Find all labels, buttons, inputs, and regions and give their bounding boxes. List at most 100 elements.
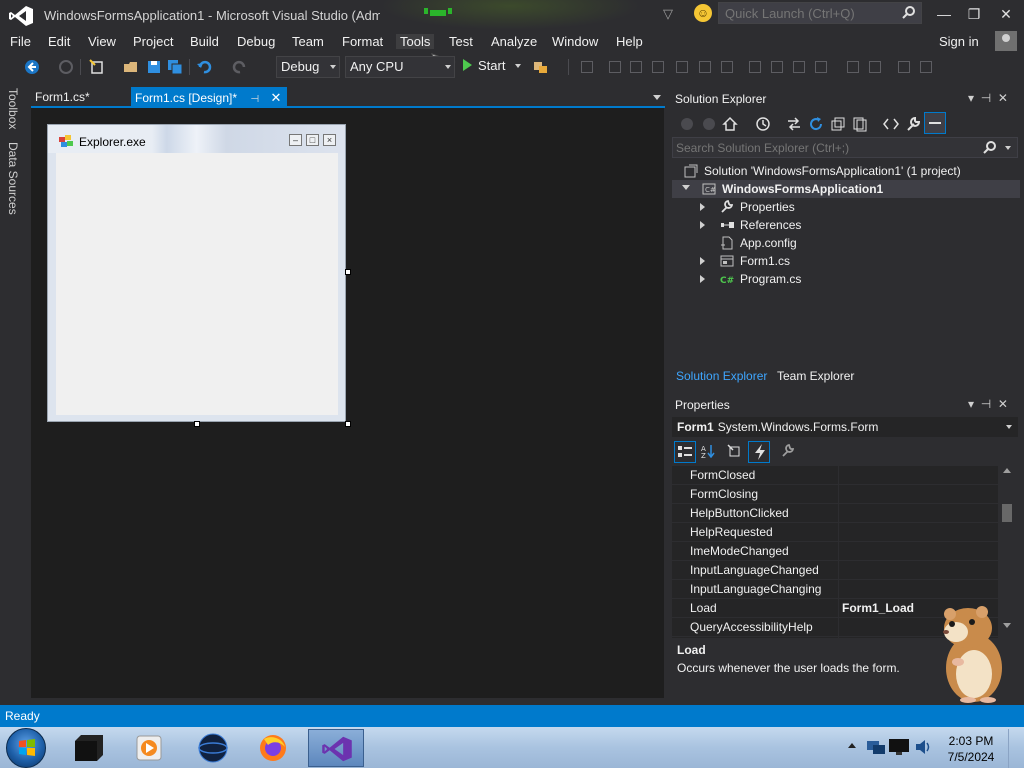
show-desktop-button[interactable] — [1008, 729, 1024, 768]
preview-selected-items-button[interactable] — [924, 112, 946, 134]
solution-configuration-dropdown[interactable]: Debug — [276, 56, 340, 78]
bring-to-front-icon[interactable] — [898, 61, 910, 73]
tree-item-project[interactable]: C# WindowsFormsApplication1 — [672, 180, 1020, 198]
sign-in-link[interactable]: Sign in — [939, 34, 979, 49]
menu-analyze[interactable]: Analyze — [491, 34, 537, 49]
property-row[interactable]: HelpButtonClicked — [672, 504, 998, 523]
send-to-back-icon[interactable] — [920, 61, 932, 73]
search-icon[interactable] — [983, 140, 997, 154]
quick-launch-box[interactable] — [718, 2, 922, 24]
menu-help[interactable]: Help — [616, 34, 643, 49]
solution-search-input[interactable] — [676, 140, 976, 155]
toolbox-tab[interactable]: Toolbox — [6, 88, 20, 129]
close-window-button[interactable]: ✕ — [991, 3, 1021, 25]
close-tab-icon[interactable]: ✕ — [270, 90, 281, 105]
redo-icon[interactable] — [232, 59, 248, 75]
horizontal-spacing-icon[interactable] — [847, 61, 859, 73]
restore-button[interactable]: ❐ — [959, 3, 989, 25]
search-icon[interactable] — [902, 5, 916, 19]
collapsed-arrow-icon[interactable] — [700, 203, 705, 211]
notification-filter-icon[interactable]: ▽ — [663, 6, 673, 22]
collapsed-arrow-icon[interactable] — [700, 221, 705, 229]
taskbar-globe-app-button[interactable] — [186, 729, 242, 767]
menu-debug[interactable]: Debug — [237, 34, 275, 49]
designed-form[interactable]: Explorer.exe – □ × — [47, 124, 346, 422]
align-centers-icon[interactable] — [630, 61, 642, 73]
browser-link-icon[interactable] — [533, 59, 549, 75]
pending-changes-icon[interactable] — [755, 116, 771, 132]
account-avatar-icon[interactable] — [995, 31, 1017, 51]
show-hidden-icons-icon[interactable] — [848, 743, 856, 748]
tab-form1-design[interactable]: Form1.cs [Design]* ⊣ ✕ — [131, 87, 288, 107]
expanded-arrow-icon[interactable] — [682, 185, 690, 190]
resize-handle-right[interactable] — [345, 269, 351, 275]
search-options-chevron-icon[interactable] — [1005, 146, 1011, 150]
solution-platform-dropdown[interactable]: Any CPU — [345, 56, 455, 78]
solution-explorer-search[interactable] — [672, 137, 1018, 158]
tab-form1-cs[interactable]: Form1.cs* — [31, 87, 96, 107]
navigate-forward-icon[interactable] — [58, 59, 74, 75]
resize-handle-bottom-right[interactable] — [345, 421, 351, 427]
sync-with-document-icon[interactable] — [786, 116, 802, 132]
alphabetical-button[interactable]: AZ — [698, 441, 720, 463]
menu-edit[interactable]: Edit — [48, 34, 70, 49]
show-all-files-icon[interactable] — [852, 116, 868, 132]
align-to-grid-icon[interactable] — [581, 61, 593, 73]
categorized-button[interactable] — [674, 441, 696, 463]
menu-test[interactable]: Test — [449, 34, 473, 49]
tab-solution-explorer[interactable]: Solution Explorer — [676, 369, 767, 383]
resize-handle-bottom[interactable] — [194, 421, 200, 427]
align-lefts-icon[interactable] — [609, 61, 621, 73]
align-rights-icon[interactable] — [652, 61, 664, 73]
undo-icon[interactable] — [196, 59, 212, 75]
save-icon[interactable] — [146, 59, 162, 75]
scrollbar-thumb[interactable] — [1002, 504, 1012, 522]
property-row[interactable]: HelpRequested — [672, 523, 998, 542]
active-files-dropdown-icon[interactable] — [653, 95, 661, 100]
make-same-height-icon[interactable] — [771, 61, 783, 73]
tree-item-app-config[interactable]: App.config — [672, 234, 1020, 252]
forward-icon[interactable] — [701, 116, 717, 132]
align-bottoms-icon[interactable] — [721, 61, 733, 73]
start-button[interactable] — [6, 728, 46, 768]
taskbar-visual-studio-button[interactable] — [308, 729, 364, 767]
start-debugging-button[interactable]: Start — [463, 58, 522, 76]
menu-tools[interactable]: Tools — [396, 34, 435, 49]
make-same-width-icon[interactable] — [749, 61, 761, 73]
save-all-icon[interactable] — [167, 59, 183, 75]
network-icon[interactable] — [866, 737, 886, 757]
scroll-up-arrow-icon[interactable] — [1003, 468, 1011, 473]
menu-project[interactable]: Project — [133, 34, 173, 49]
property-row[interactable]: InputLanguageChanging — [672, 580, 998, 599]
taskbar-firefox-button[interactable] — [246, 729, 302, 767]
form-client-area[interactable] — [56, 153, 338, 415]
menu-file[interactable]: File — [10, 34, 31, 49]
solution-explorer-window-controls[interactable]: ▾ ⊣ ✕ — [968, 91, 1008, 105]
collapsed-arrow-icon[interactable] — [700, 275, 705, 283]
taskbar-terminal-button[interactable] — [60, 729, 116, 767]
events-button[interactable] — [748, 441, 770, 463]
menu-build[interactable]: Build — [190, 34, 219, 49]
tree-item-program-cs[interactable]: C# Program.cs — [672, 270, 1020, 288]
pin-icon[interactable]: ⊣ — [250, 94, 259, 105]
taskbar-clock[interactable]: 2:03 PM 7/5/2024 — [936, 733, 1006, 765]
make-same-size-icon[interactable] — [793, 61, 805, 73]
size-to-grid-icon[interactable] — [815, 61, 827, 73]
refresh-icon[interactable] — [808, 116, 824, 132]
open-file-icon[interactable] — [123, 59, 139, 75]
properties-object-selector[interactable]: Form1 System.Windows.Forms.Form — [672, 417, 1018, 437]
properties-view-button[interactable] — [724, 441, 746, 463]
volume-icon[interactable] — [914, 737, 932, 757]
menu-format[interactable]: Format — [342, 34, 383, 49]
tab-team-explorer[interactable]: Team Explorer — [777, 369, 854, 383]
property-row[interactable]: FormClosed — [672, 466, 998, 485]
menu-team[interactable]: Team — [292, 34, 324, 49]
property-pages-button[interactable] — [778, 441, 800, 463]
data-sources-tab[interactable]: Data Sources — [6, 142, 20, 215]
property-value[interactable]: Form1_Load — [842, 601, 914, 615]
properties-wrench-icon[interactable] — [905, 116, 921, 132]
taskbar-media-player-button[interactable] — [122, 729, 178, 767]
collapse-all-icon[interactable] — [830, 116, 846, 132]
menu-view[interactable]: View — [88, 34, 116, 49]
feedback-smile-icon[interactable]: ☺ — [694, 4, 712, 22]
